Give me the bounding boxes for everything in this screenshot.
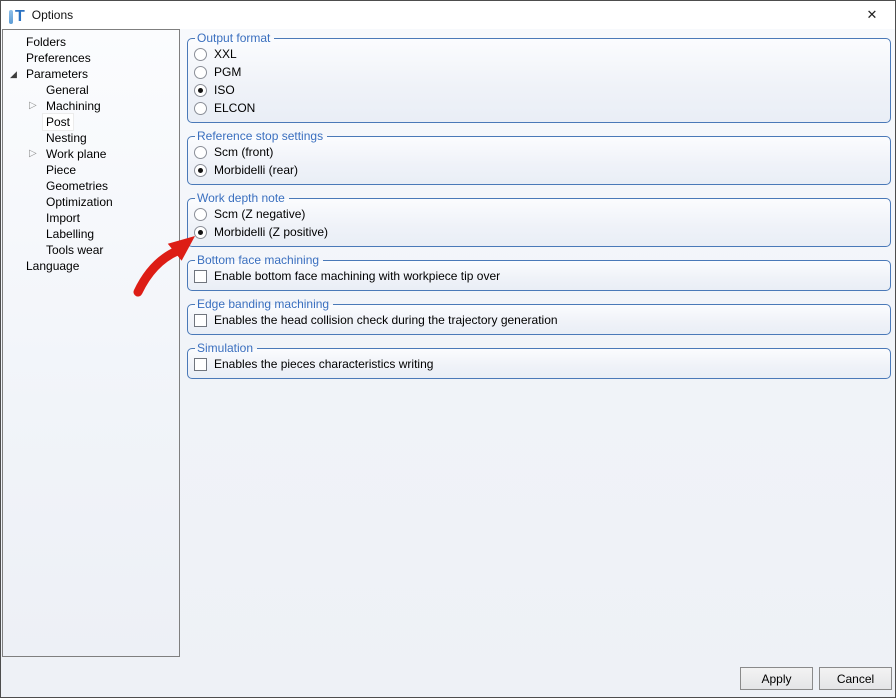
tree-item-label: General <box>46 83 89 97</box>
radio-option-morbidelli-z-positive[interactable]: Morbidelli (Z positive) <box>194 223 882 241</box>
radio-label: Scm (front) <box>214 145 274 159</box>
sidebar-item-optimization[interactable]: Optimization <box>3 194 179 210</box>
checkbox-option-bottom-face[interactable]: Enable bottom face machining with workpi… <box>194 267 882 285</box>
sidebar-item-parameters[interactable]: ◢ Parameters <box>3 66 179 82</box>
radio-icon[interactable] <box>194 83 207 97</box>
radio-icon[interactable] <box>194 145 207 159</box>
group-title: Output format <box>197 31 271 45</box>
checkbox-label: Enables the head collision check during … <box>214 313 558 327</box>
checkbox-icon[interactable] <box>194 269 207 283</box>
tree-collapsed-icon[interactable]: ▷ <box>29 98 37 114</box>
sidebar-item-general[interactable]: General <box>3 82 179 98</box>
group-work-depth-note: Work depth note Scm (Z negative) Morbide… <box>187 191 891 247</box>
group-title: Bottom face machining <box>197 253 320 267</box>
dialog-body: Folders Preferences ◢ Parameters General… <box>1 29 895 697</box>
radio-icon[interactable] <box>194 163 207 177</box>
radio-icon[interactable] <box>194 225 207 239</box>
tree-item-label: Labelling <box>46 227 95 241</box>
radio-option-scm-front[interactable]: Scm (front) <box>194 143 882 161</box>
radio-label: XXL <box>214 47 237 61</box>
radio-label: Morbidelli (Z positive) <box>214 225 329 239</box>
close-icon: ✕ <box>866 7 878 22</box>
sidebar-item-language[interactable]: Language <box>3 258 179 274</box>
radio-icon[interactable] <box>194 47 207 61</box>
app-icon-i-bar <box>9 9 13 24</box>
checkbox-label: Enable bottom face machining with workpi… <box>214 269 501 283</box>
group-reference-stop-settings: Reference stop settings Scm (front) Morb… <box>187 129 891 185</box>
sidebar-item-geometries[interactable]: Geometries <box>3 178 179 194</box>
sidebar-item-labelling[interactable]: Labelling <box>3 226 179 242</box>
window-title: Options <box>31 8 74 22</box>
title-bar[interactable]: T Options ✕ <box>1 1 895 29</box>
checkbox-option-pieces-characteristics[interactable]: Enables the pieces characteristics writi… <box>194 355 882 373</box>
tree-item-label: Geometries <box>46 179 109 193</box>
group-edge-banding-machining: Edge banding machining Enables the head … <box>187 297 891 335</box>
tree-item-label: Post <box>41 113 75 131</box>
checkbox-option-head-collision[interactable]: Enables the head collision check during … <box>194 311 882 329</box>
close-button[interactable]: ✕ <box>849 1 895 29</box>
tree-item-label: Machining <box>46 99 101 113</box>
app-icon-t-letter: T <box>15 7 25 25</box>
sidebar-item-tools-wear[interactable]: Tools wear <box>3 242 179 258</box>
group-simulation: Simulation Enables the pieces characteri… <box>187 341 891 379</box>
settings-panel: Output format XXL PGM ISO ELCON Referenc… <box>187 31 891 385</box>
radio-option-iso[interactable]: ISO <box>194 81 882 99</box>
radio-option-scm-z-negative[interactable]: Scm (Z negative) <box>194 205 882 223</box>
radio-option-morbidelli-rear[interactable]: Morbidelli (rear) <box>194 161 882 179</box>
apply-button[interactable]: Apply <box>740 667 813 690</box>
settings-tree: Folders Preferences ◢ Parameters General… <box>2 29 180 657</box>
radio-label: PGM <box>214 65 242 79</box>
tree-item-label: Optimization <box>46 195 113 209</box>
checkbox-icon[interactable] <box>194 313 207 327</box>
cancel-button[interactable]: Cancel <box>819 667 892 690</box>
radio-icon[interactable] <box>194 101 207 115</box>
tree-item-label: Folders <box>26 35 67 49</box>
dialog-footer: Apply Cancel <box>740 667 892 690</box>
sidebar-item-piece[interactable]: Piece <box>3 162 179 178</box>
radio-label: Scm (Z negative) <box>214 207 306 221</box>
group-output-format: Output format XXL PGM ISO ELCON <box>187 31 891 123</box>
tree-item-label: Parameters <box>26 67 89 81</box>
options-dialog: T Options ✕ Folders Preferences ◢ Parame… <box>0 0 896 698</box>
checkbox-icon[interactable] <box>194 357 207 371</box>
tree-item-label: Work plane <box>46 147 107 161</box>
radio-option-xxl[interactable]: XXL <box>194 45 882 63</box>
group-bottom-face-machining: Bottom face machining Enable bottom face… <box>187 253 891 291</box>
radio-label: Morbidelli (rear) <box>214 163 299 177</box>
radio-label: ELCON <box>214 101 256 115</box>
tree-item-label: Piece <box>46 163 77 177</box>
tree-expanded-icon[interactable]: ◢ <box>10 66 17 82</box>
tree-collapsed-icon[interactable]: ▷ <box>29 146 37 162</box>
checkbox-label: Enables the pieces characteristics writi… <box>214 357 434 371</box>
tree-item-label: Preferences <box>26 51 91 65</box>
radio-label: ISO <box>214 83 235 97</box>
sidebar-item-folders[interactable]: Folders <box>3 34 179 50</box>
sidebar-item-preferences[interactable]: Preferences <box>3 50 179 66</box>
tree-item-label: Language <box>26 259 80 273</box>
tree-item-label: Import <box>46 211 81 225</box>
group-title: Edge banding machining <box>197 297 330 311</box>
radio-option-pgm[interactable]: PGM <box>194 63 882 81</box>
sidebar-item-machining[interactable]: ▷ Machining <box>3 98 179 114</box>
sidebar-item-import[interactable]: Import <box>3 210 179 226</box>
group-title: Simulation <box>197 341 254 355</box>
group-title: Reference stop settings <box>197 129 324 143</box>
sidebar-item-nesting[interactable]: Nesting <box>3 130 179 146</box>
sidebar-item-post[interactable]: Post <box>3 113 179 131</box>
radio-option-elcon[interactable]: ELCON <box>194 99 882 117</box>
app-icon: T <box>9 7 25 24</box>
tree-item-label: Tools wear <box>46 243 104 257</box>
sidebar-item-work-plane[interactable]: ▷ Work plane <box>3 146 179 162</box>
tree-item-label: Nesting <box>46 131 87 145</box>
group-title: Work depth note <box>197 191 285 205</box>
radio-icon[interactable] <box>194 65 207 79</box>
radio-icon[interactable] <box>194 207 207 221</box>
